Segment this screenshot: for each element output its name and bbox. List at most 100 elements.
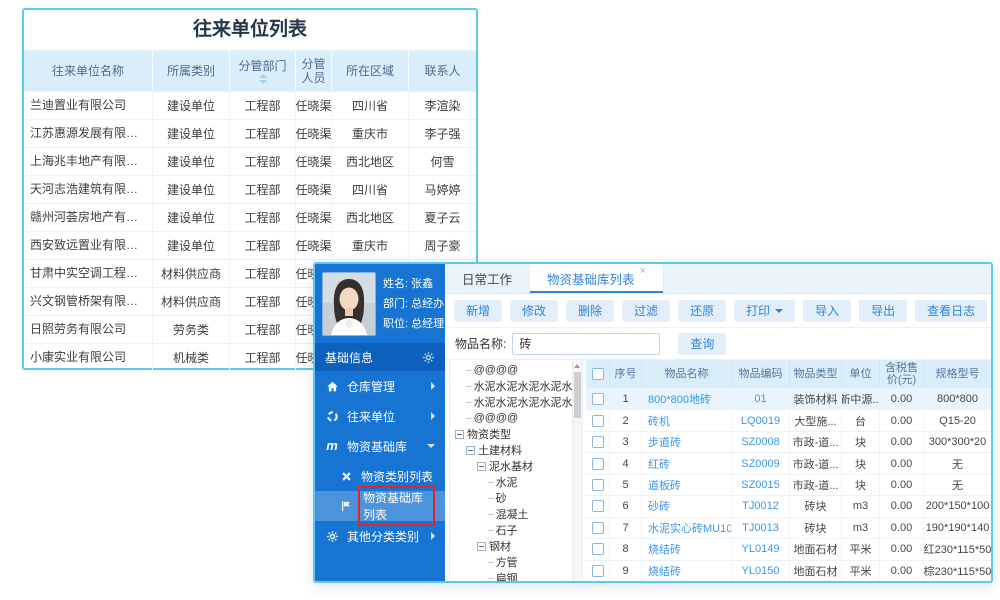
tree-node[interactable]: – 混凝土	[450, 506, 582, 522]
select-all-checkbox[interactable]	[591, 368, 604, 380]
avatar	[322, 272, 376, 336]
tree-node[interactable]: – 砂	[450, 490, 582, 506]
unit-name-link[interactable]: 甘肃中实空调工程材料...	[24, 260, 153, 287]
row-checkbox[interactable]	[591, 500, 604, 513]
tree-node[interactable]: – 水泥	[450, 474, 582, 490]
content-area: – @@@@ – 水泥水泥水泥水泥水泥水泥水泥	[445, 360, 991, 581]
tree-collapse-icon[interactable]	[455, 429, 464, 439]
item-name-link[interactable]: 砂砖	[642, 496, 732, 517]
tree-node[interactable]: – 扁钢	[450, 570, 582, 582]
item-code-link[interactable]: YL0149	[732, 539, 790, 560]
sidebar-item-materials-base-list[interactable]: 物资基础库列表	[315, 486, 445, 526]
row-checkbox[interactable]	[591, 564, 604, 577]
row-checkbox[interactable]	[591, 414, 604, 427]
unit-name-link[interactable]: 赣州河荟房地产有限公司	[24, 204, 153, 231]
query-button[interactable]: 查询	[678, 332, 727, 355]
row-checkbox[interactable]	[591, 543, 604, 556]
gear-icon[interactable]	[422, 351, 435, 364]
toolbar-button[interactable]: 新增	[454, 299, 503, 322]
item-code-link[interactable]: SZ0015	[732, 474, 790, 496]
item-code-link[interactable]: LQ0019	[732, 410, 790, 431]
toolbar-button[interactable]: 过滤	[622, 299, 671, 322]
unit-name-link[interactable]: 兰迪置业有限公司	[24, 92, 153, 119]
profile-department: 部门: 总经办	[383, 298, 445, 310]
table-row: 9 烧结砖 YL0150 地面石材 平米 0.00 棕230*115*50	[586, 559, 991, 581]
toolbar-button[interactable]: 查看日志	[915, 299, 988, 322]
item-name-link[interactable]: 步道砖	[642, 431, 732, 453]
person-link[interactable]: 任晓渠	[296, 148, 332, 175]
unit-name-link[interactable]: 天河志浩建筑有限公司	[24, 176, 153, 203]
tab-materials-base-list[interactable]: 物资基础库列表 ×	[529, 264, 664, 293]
tree-node[interactable]: – @@@@	[450, 410, 582, 426]
item-name-link[interactable]: 烧结砖	[642, 539, 732, 560]
tab-daily-work[interactable]: 日常工作	[445, 264, 529, 293]
item-name-input[interactable]	[512, 332, 661, 355]
index-cell: 2	[610, 410, 642, 431]
row-checkbox[interactable]	[591, 436, 604, 449]
tree-node[interactable]: – 泥水基材	[450, 458, 582, 474]
row-checkbox[interactable]	[591, 457, 604, 470]
item-code-link[interactable]: SZ0009	[732, 453, 790, 474]
item-name-link[interactable]: 800*800地砖	[642, 389, 732, 410]
tree-node[interactable]: – 钢材	[450, 538, 582, 554]
unit-name-link[interactable]: 上海兆丰地产有限公司	[24, 148, 153, 175]
person-link[interactable]: 任晓渠	[296, 232, 332, 259]
toolbar-button[interactable]: 打印	[734, 299, 796, 322]
person-link[interactable]: 任晓渠	[296, 176, 332, 203]
sort-icon[interactable]	[258, 73, 267, 84]
tree-node[interactable]: – 水泥水泥水泥水泥水泥水泥水泥	[450, 394, 582, 410]
sidebar-section-basic-info[interactable]: 基础信息	[315, 343, 445, 371]
tree-node[interactable]: – 石子	[450, 522, 582, 538]
tree-collapse-icon[interactable]	[466, 445, 475, 455]
item-name-link[interactable]: 砖机	[642, 410, 732, 431]
tree-collapse-icon[interactable]	[477, 541, 486, 551]
toolbar-button[interactable]: 导出	[859, 299, 908, 322]
item-code-link[interactable]: 01	[732, 389, 790, 410]
department-cell: 工程部	[230, 344, 296, 371]
sidebar-item-materials-library[interactable]: m 物资基础库	[315, 431, 445, 461]
row-checkbox[interactable]	[591, 521, 604, 534]
unit-name-link[interactable]: 日照劳务有限公司	[24, 316, 153, 343]
toolbar-button[interactable]: 导入	[803, 299, 852, 322]
item-name-link[interactable]: 道板砖	[642, 474, 732, 496]
item-name-link[interactable]: 红砖	[642, 453, 732, 474]
item-code-link[interactable]: SZ0008	[732, 431, 790, 453]
tree-twig-icon: –	[488, 476, 494, 488]
tree-node[interactable]: – 方管	[450, 554, 582, 570]
item-name-link[interactable]: 烧结砖	[642, 560, 732, 581]
contact-cell: 李子强	[424, 127, 461, 141]
tree-scrollbar[interactable]	[572, 360, 582, 581]
scrollbar-thumb[interactable]	[574, 372, 581, 418]
unit-name-link[interactable]: 西安致远置业有限公司	[24, 232, 153, 259]
unit-name-link[interactable]: 兴文钢管桥架有限公司	[24, 288, 153, 315]
category-tree: – @@@@ – 水泥水泥水泥水泥水泥水泥水泥	[450, 362, 582, 581]
tree-node[interactable]: – @@@@	[450, 362, 582, 378]
item-code-link[interactable]: YL0150	[732, 560, 790, 581]
tree-node[interactable]: – 土建材料	[450, 442, 582, 458]
unit-name-link[interactable]: 江苏惠源发展有限公司	[24, 120, 153, 147]
toolbar-button[interactable]: 还原	[678, 299, 727, 322]
tree-node[interactable]: – 物资类型	[450, 426, 582, 442]
chevron-right-icon	[431, 412, 435, 420]
tree-node[interactable]: – 水泥水泥水泥水泥水泥水泥水泥	[450, 378, 582, 394]
toolbar-button[interactable]: 删除	[566, 299, 615, 322]
person-link[interactable]: 任晓渠	[296, 204, 332, 231]
person-link[interactable]: 任晓渠	[296, 120, 332, 147]
sidebar-item-warehouse[interactable]: 仓库管理	[315, 371, 445, 401]
row-checkbox[interactable]	[591, 478, 604, 491]
spec-cell: 无	[952, 458, 963, 471]
item-code-link[interactable]: TJ0012	[732, 496, 790, 517]
toolbar-button[interactable]: 修改	[510, 299, 559, 322]
person-link[interactable]: 任晓渠	[296, 92, 332, 119]
scroll-up-icon[interactable]	[574, 364, 580, 368]
row-checkbox[interactable]	[591, 393, 604, 406]
item-code-link[interactable]: TJ0013	[732, 517, 790, 539]
unit-name-link[interactable]: 小康实业有限公司	[24, 344, 153, 371]
item-name-link[interactable]: 水泥实心砖MU10	[642, 517, 732, 539]
sidebar-item-other-categories[interactable]: 其他分类类别	[315, 521, 445, 551]
item-type-cell: 市政-道...	[790, 431, 842, 453]
tree-collapse-icon[interactable]	[477, 461, 486, 471]
sidebar-item-contacts[interactable]: 往来单位	[315, 401, 445, 431]
chevron-right-icon	[431, 382, 435, 390]
close-icon[interactable]: ×	[640, 266, 646, 277]
